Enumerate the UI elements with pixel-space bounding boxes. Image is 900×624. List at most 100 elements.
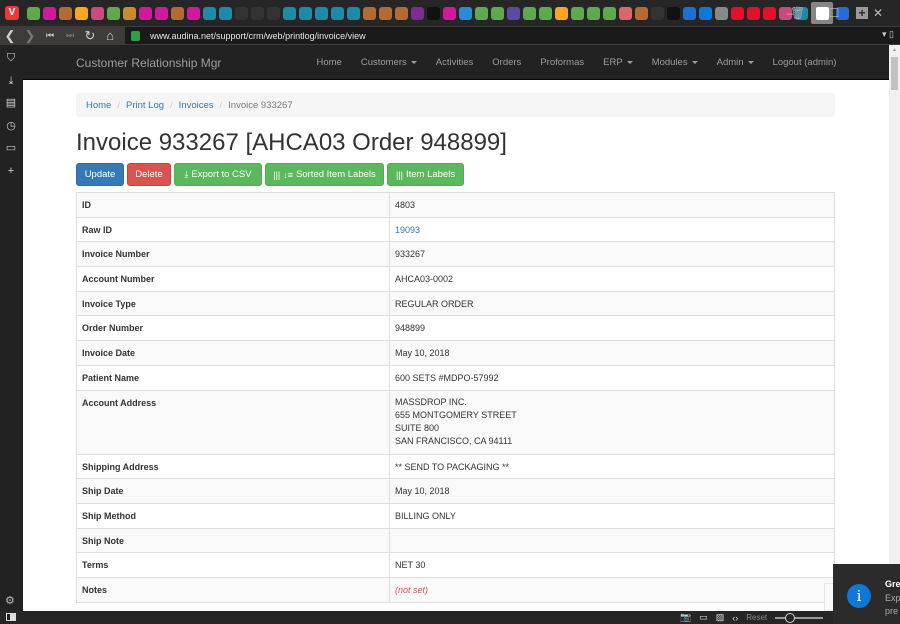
raw-id-link[interactable]: 19093 (395, 225, 420, 235)
delete-button[interactable]: Delete (127, 163, 171, 186)
browser-tab[interactable] (235, 6, 248, 20)
panel-toggle-icon[interactable] (6, 613, 16, 621)
settings-gear-icon[interactable]: ⚙ (5, 594, 15, 607)
browser-tab[interactable] (443, 6, 456, 20)
browser-tab[interactable] (731, 6, 744, 20)
detail-label: Account Number (76, 266, 390, 292)
browser-tab[interactable] (123, 6, 136, 20)
zoom-reset-button[interactable]: Reset (746, 613, 767, 622)
browser-tab[interactable] (379, 6, 392, 20)
browser-tab[interactable] (299, 6, 312, 20)
browser-tab[interactable] (635, 6, 648, 20)
browser-tab[interactable] (347, 6, 360, 20)
notes-icon[interactable]: ▤ (5, 97, 17, 109)
browser-tab[interactable] (27, 6, 40, 20)
browser-status-bar: 📷 ▭ ▨ ‹› Reset (0, 611, 900, 624)
sorted-item-labels-button[interactable]: ||| ↓≡ Sorted Item Labels (265, 163, 384, 186)
browser-tab[interactable] (155, 6, 168, 20)
download-icon[interactable]: ⤓ (5, 75, 17, 87)
browser-tab[interactable] (251, 6, 264, 20)
add-panel-icon[interactable]: + (5, 165, 17, 177)
browser-tab[interactable] (411, 6, 424, 20)
nav-item-modules[interactable]: Modules (642, 57, 707, 68)
browser-tab[interactable] (315, 6, 328, 20)
update-button[interactable]: Update (76, 163, 124, 186)
zoom-slider[interactable] (775, 612, 824, 623)
detail-row: Invoice Type REGULAR ORDER (76, 290, 835, 317)
breadcrumb-print-log[interactable]: Print Log (126, 100, 164, 111)
browser-tab[interactable] (587, 6, 600, 20)
url-field[interactable]: www.audina.net/support/crm/web/printlog/… (125, 27, 900, 44)
browser-tab[interactable] (507, 6, 520, 20)
window-icon[interactable]: ▭ (5, 142, 17, 154)
breadcrumb-home[interactable]: Home (86, 100, 111, 111)
forward-icon[interactable]: ❯ (20, 28, 40, 44)
browser-tab[interactable] (203, 6, 216, 20)
item-labels-button[interactable]: ||| Item Labels (387, 163, 464, 186)
reload-icon[interactable]: ↻ (80, 28, 100, 44)
scrollbar-thumb[interactable] (891, 57, 898, 90)
back-icon[interactable]: ❮ (0, 28, 20, 44)
zoom-slider-knob[interactable] (785, 612, 796, 623)
browser-tab[interactable] (395, 6, 408, 20)
minimize-button[interactable]: – (768, 6, 812, 20)
browser-tab[interactable] (683, 6, 696, 20)
nav-item-proformas[interactable]: Proformas (531, 57, 594, 68)
history-icon[interactable]: ◷ (5, 120, 17, 132)
home-icon[interactable]: ⌂ (100, 28, 120, 43)
page-actions-icon[interactable]: ‹› (732, 613, 738, 623)
vivaldi-menu-icon[interactable]: V (5, 6, 19, 20)
nav-item-home[interactable]: Home (307, 57, 351, 68)
browser-tab[interactable] (603, 6, 616, 20)
browser-tab[interactable] (619, 6, 632, 20)
breadcrumb-invoices[interactable]: Invoices (179, 100, 214, 111)
browser-tab[interactable] (427, 6, 440, 20)
browser-tab[interactable] (363, 6, 376, 20)
bookmark-icon[interactable]: ⛉ (5, 52, 17, 64)
nav-item-orders[interactable]: Orders (483, 57, 531, 68)
browser-tab[interactable] (491, 6, 504, 20)
nav-item-admin[interactable]: Admin (707, 57, 763, 68)
browser-tab[interactable] (219, 6, 232, 20)
notification-toast[interactable]: i Gre Exp pre (833, 564, 900, 624)
browser-tab[interactable] (475, 6, 488, 20)
bookmark-dropdown-icon[interactable]: ▾ ▯ (882, 29, 894, 40)
browser-tab[interactable] (699, 6, 712, 20)
capture-icon[interactable]: 📷 (680, 612, 691, 623)
browser-tab[interactable] (139, 6, 152, 20)
close-button[interactable]: ✕ (856, 6, 900, 20)
browser-tab[interactable] (651, 6, 664, 20)
scroll-up-icon[interactable]: ▲ (892, 47, 897, 53)
rewind-icon[interactable]: ⏮ (40, 30, 60, 41)
detail-row: Patient Name 600 SETS #MDPO-57992 (76, 364, 835, 391)
browser-tab[interactable] (459, 6, 472, 20)
nav-item-activities[interactable]: Activities (426, 57, 482, 68)
browser-tab[interactable] (59, 6, 72, 20)
browser-tab[interactable] (43, 6, 56, 20)
maximize-button[interactable]: ☐ (812, 6, 856, 20)
export-csv-button[interactable]: ⤓ Export to CSV (174, 163, 262, 186)
browser-tab[interactable] (187, 6, 200, 20)
fast-forward-icon[interactable]: ⏭ (60, 30, 80, 41)
browser-tab[interactable] (171, 6, 184, 20)
browser-tab[interactable] (523, 6, 536, 20)
browser-tab[interactable] (91, 6, 104, 20)
browser-tab[interactable] (107, 6, 120, 20)
nav-item-logout-admin[interactable]: Logout (admin) (763, 57, 846, 68)
browser-tab[interactable] (267, 6, 280, 20)
browser-tab[interactable] (667, 6, 680, 20)
browser-tab[interactable] (331, 6, 344, 20)
tiling-icon[interactable]: ▭ (699, 612, 708, 623)
browser-tab[interactable] (75, 6, 88, 20)
app-brand[interactable]: Customer Relationship Mgr (76, 56, 221, 70)
image-icon[interactable]: ▨ (716, 612, 725, 623)
browser-tab[interactable] (571, 6, 584, 20)
browser-tab[interactable] (715, 6, 728, 20)
browser-tab[interactable] (555, 6, 568, 20)
page-scrollbar[interactable]: ▲ (889, 45, 900, 611)
browser-tab[interactable] (539, 6, 552, 20)
nav-item-erp[interactable]: ERP (594, 57, 643, 68)
browser-tab[interactable] (283, 6, 296, 20)
browser-tab[interactable] (747, 6, 760, 20)
nav-item-customers[interactable]: Customers (351, 57, 426, 68)
